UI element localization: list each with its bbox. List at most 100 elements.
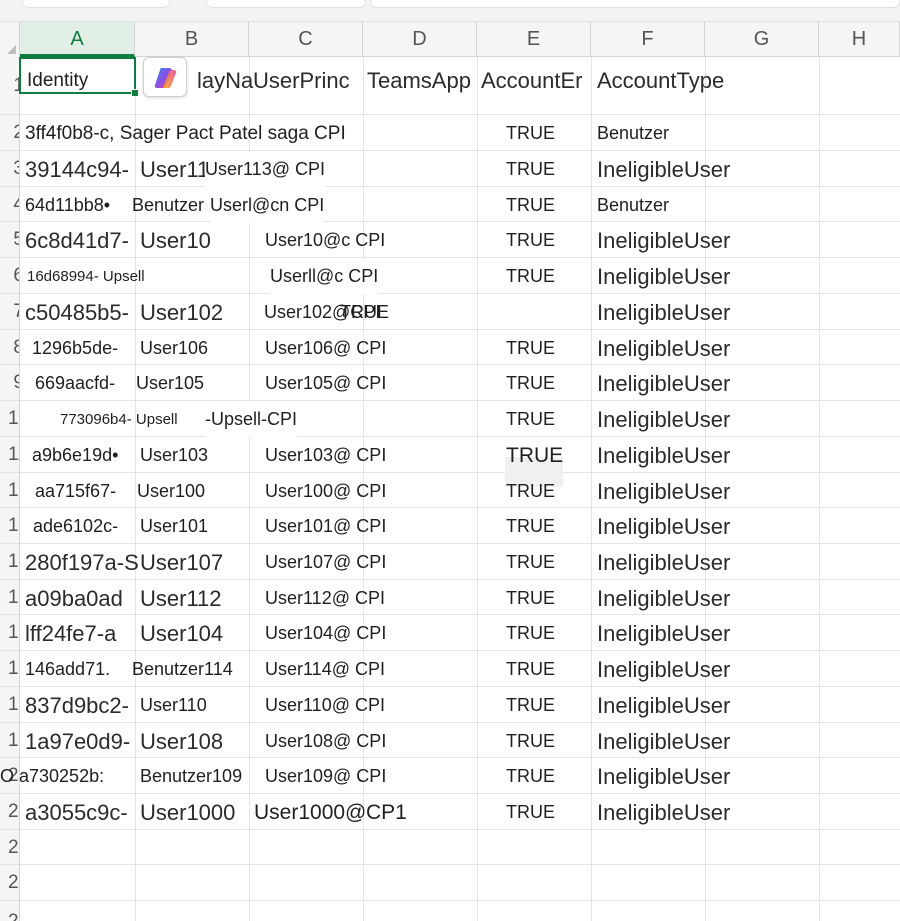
cell-d7[interactable]: TRUE <box>340 295 389 330</box>
cell-a12[interactable]: aa715f67- <box>35 474 116 509</box>
cell-e10[interactable]: TRUE <box>506 402 555 437</box>
cell-e6[interactable]: TRUE <box>506 259 555 294</box>
cell-a15[interactable]: a09ba0ad <box>25 581 123 616</box>
row-header-13[interactable]: 13 <box>0 508 20 544</box>
cell-e12[interactable]: TRUE <box>506 474 555 509</box>
copilot-button[interactable] <box>143 57 187 97</box>
fill-handle[interactable] <box>131 89 139 97</box>
cell-a20[interactable]: O a730252b: <box>0 759 104 794</box>
cell-a7[interactable]: c50485b5- <box>25 295 129 330</box>
cell-e16[interactable]: TRUE <box>506 616 555 651</box>
row-header-7[interactable]: 7 <box>0 294 20 330</box>
cell-c18[interactable]: User110@ CPI <box>265 688 385 723</box>
cell-f6[interactable]: IneligibleUser <box>597 259 730 294</box>
row-header-14[interactable]: 14 <box>0 544 20 580</box>
cell-a16[interactable]: lff24fe7-a <box>25 616 116 651</box>
cell-a6[interactable]: 16d68994- Upsell <box>27 259 145 294</box>
cell-f13[interactable]: IneligibleUser <box>597 509 730 544</box>
cell-b20[interactable]: Benutzer109 <box>140 759 242 794</box>
cell-f20[interactable]: IneligibleUser <box>597 759 730 794</box>
cell-e13[interactable]: TRUE <box>506 509 555 544</box>
cell-f19[interactable]: IneligibleUser <box>597 724 730 759</box>
cell-a18[interactable]: 837d9bc2- <box>25 688 129 723</box>
cell-f17[interactable]: IneligibleUser <box>597 652 730 687</box>
cell-c10[interactable]: -Upsell-CPI <box>205 402 298 437</box>
cell-a9[interactable]: 669aacfd- <box>35 366 115 401</box>
row-header-5[interactable]: 5 <box>0 222 20 258</box>
cell-f15[interactable]: IneligibleUser <box>597 581 730 616</box>
header-cell-c[interactable]: UserPrinc <box>253 63 350 98</box>
cell-f4[interactable]: Benutzer <box>597 188 669 223</box>
cell-e11[interactable]: TRUE <box>506 438 563 473</box>
cell-b5[interactable]: User10 <box>140 223 211 258</box>
header-cell-e[interactable]: AccountEr <box>481 63 583 98</box>
cell-c19[interactable]: User108@ CPI <box>265 724 386 759</box>
column-header-e[interactable]: E <box>477 22 591 57</box>
row-header-17[interactable]: 17 <box>0 651 20 687</box>
cell-c3[interactable]: User113@ CPI <box>205 152 325 187</box>
cell-b15[interactable]: User112 <box>140 581 222 616</box>
cell-b16[interactable]: User104 <box>140 616 223 651</box>
cell-e9[interactable]: TRUE <box>506 366 555 401</box>
cell-a4[interactable]: 64d11bb8• <box>25 188 110 223</box>
cell-a5[interactable]: 6c8d41d7- <box>25 223 129 258</box>
cell-c14[interactable]: User107@ CPI <box>265 545 386 580</box>
cell-b4[interactable]: Benutzer <box>132 188 204 223</box>
row-header-12[interactable]: 12 <box>0 473 20 508</box>
cell-a14[interactable]: 280f197a-S <box>25 545 139 580</box>
cell-c13[interactable]: User101@ CPI <box>265 509 386 544</box>
cell-c5[interactable]: User10@c CPI <box>265 223 385 258</box>
row-header-23[interactable]: 23 <box>0 865 20 901</box>
tab-shape[interactable] <box>370 0 900 8</box>
cell-e5[interactable]: TRUE <box>506 223 555 258</box>
column-header-b[interactable]: B <box>135 22 249 57</box>
cell-b8[interactable]: User106 <box>140 331 208 366</box>
cell-b11[interactable]: User103 <box>140 438 208 473</box>
tab-shape[interactable] <box>22 0 170 8</box>
row-header-2[interactable]: 2 <box>0 115 20 151</box>
cell-e19[interactable]: TRUE <box>506 724 555 759</box>
cell-c4[interactable]: Userl@cn CPI <box>210 188 325 223</box>
cell-e3[interactable]: TRUE <box>506 152 555 187</box>
cell-c20[interactable]: User109@ CPI <box>265 759 386 794</box>
cell-a17[interactable]: 146add71. <box>25 652 110 687</box>
cell-b18[interactable]: User110 <box>140 688 207 723</box>
cell-e17[interactable]: TRUE <box>506 652 555 687</box>
row-header-6[interactable]: 6 <box>0 258 20 294</box>
row-header-15[interactable]: 15 <box>0 580 20 615</box>
cell-c17[interactable]: User114@ CPI <box>265 652 385 687</box>
cell-b21[interactable]: User1000 <box>140 795 235 830</box>
row-header-8[interactable]: 8 <box>0 330 20 365</box>
column-header-c[interactable]: C <box>249 22 363 57</box>
cell-a19[interactable]: 1a97e0d9- <box>25 724 130 759</box>
row-header-18[interactable]: 18 <box>0 687 20 723</box>
cell-e4[interactable]: TRUE <box>506 188 555 223</box>
cell-c8[interactable]: User106@ CPI <box>265 331 386 366</box>
column-header-h[interactable]: H <box>819 22 900 57</box>
cell-d21[interactable]: CP1 <box>366 795 407 830</box>
column-header-f[interactable]: F <box>591 22 705 57</box>
cell-e21[interactable]: TRUE <box>506 795 555 830</box>
cell-b13[interactable]: User101 <box>140 509 208 544</box>
cell-c12[interactable]: User100@ CPI <box>265 474 386 509</box>
cell-e2[interactable]: TRUE <box>506 116 555 151</box>
cell-a8[interactable]: 1296b5de- <box>32 331 118 366</box>
select-all-corner[interactable] <box>0 22 20 57</box>
cell-e14[interactable]: TRUE <box>506 545 555 580</box>
header-cell-b[interactable]: layNa <box>197 63 253 98</box>
cell-a3[interactable]: 39144c94- <box>25 152 129 187</box>
cell-f8[interactable]: IneligibleUser <box>597 331 730 366</box>
cell-b7[interactable]: User102 <box>140 295 223 330</box>
row-header-3[interactable]: 3 <box>0 151 20 187</box>
cell-c16[interactable]: User104@ CPI <box>265 616 386 651</box>
cell-c9[interactable]: User105@ CPI <box>265 366 386 401</box>
row-header-24[interactable]: 24 <box>0 901 20 921</box>
cell-a21[interactable]: a3055c9c- <box>25 795 128 830</box>
cell-b19[interactable]: User108 <box>140 724 223 759</box>
cell-f16[interactable]: IneligibleUser <box>597 616 730 651</box>
tab-shape[interactable] <box>206 0 366 8</box>
cell-e8[interactable]: TRUE <box>506 331 555 366</box>
cell-a10[interactable]: 773096b4- Upsell <box>60 402 178 437</box>
cell-f3[interactable]: IneligibleUser <box>597 152 730 187</box>
cell-b12[interactable]: User100 <box>137 474 205 509</box>
